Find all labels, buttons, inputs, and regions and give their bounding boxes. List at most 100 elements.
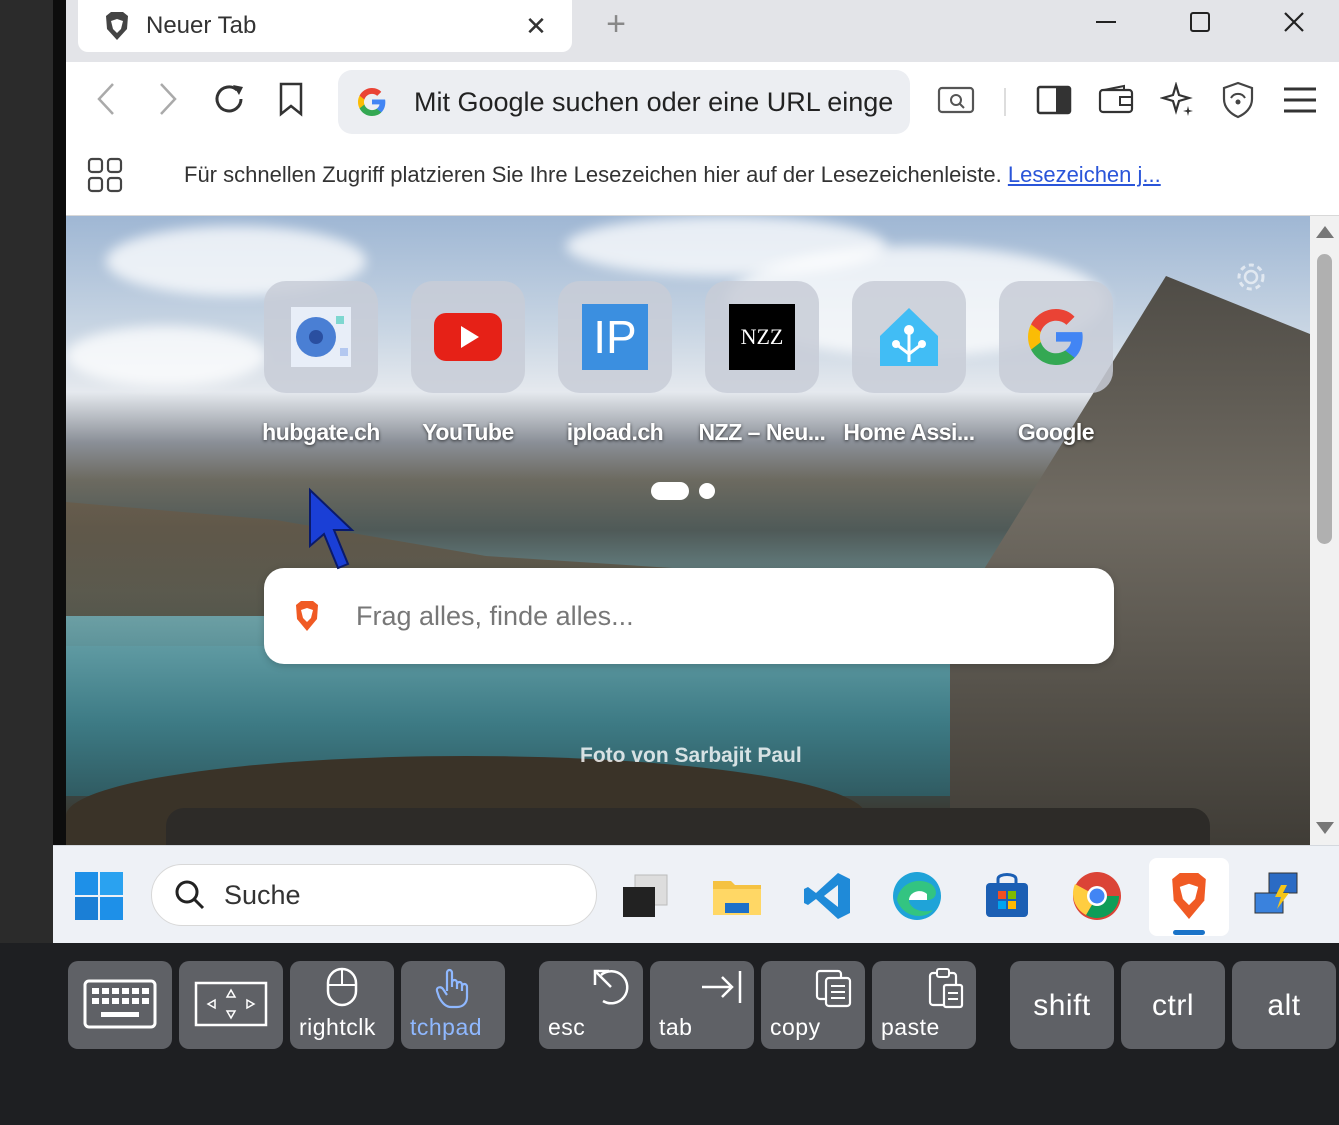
window-left-edge	[53, 0, 66, 845]
tab-arrow-icon	[702, 971, 742, 1003]
scroll-down-icon[interactable]	[1316, 822, 1334, 834]
close-tab-icon[interactable]: ✕	[516, 6, 556, 46]
youtube-icon	[411, 281, 525, 393]
arrow-pad-icon	[194, 981, 268, 1027]
search-icon	[175, 880, 205, 910]
touchpad-key[interactable]: tchpad	[401, 961, 505, 1049]
arrows-key[interactable]	[179, 961, 283, 1049]
pager-dot-active[interactable]	[651, 482, 689, 500]
ipload-icon: IP	[558, 281, 672, 393]
ntp-bottom-panel	[166, 808, 1210, 845]
bookmarks-bar: Für schnellen Zugriff platzieren Sie Ihr…	[66, 146, 1339, 216]
rightclick-label: rightclk	[299, 1014, 376, 1040]
page-scrollbar[interactable]	[1310, 216, 1339, 845]
paste-label: paste	[881, 1014, 940, 1040]
top-sites-pager	[651, 482, 715, 500]
top-site-tile[interactable]: IP ipload.ch	[558, 281, 672, 446]
tab-neuer-tab[interactable]: Neuer Tab ✕	[78, 0, 572, 52]
address-bar-text: Mit Google suchen oder eine URL einge	[414, 86, 894, 117]
brave-icon[interactable]	[1161, 868, 1217, 924]
alt-key[interactable]: alt	[1232, 961, 1336, 1049]
pager-dot[interactable]	[699, 483, 715, 499]
close-window-icon[interactable]	[1264, 0, 1324, 44]
shift-label: shift	[1033, 989, 1091, 1022]
top-site-label: NZZ – Neu...	[698, 419, 826, 445]
vscode-icon[interactable]	[799, 868, 855, 924]
taskbar-search[interactable]: Suche	[151, 864, 597, 926]
nzz-logo-text: NZZ	[729, 304, 795, 370]
wallet-icon[interactable]	[1094, 78, 1138, 122]
top-site-tile[interactable]: NZZ NZZ – Neu...	[699, 281, 826, 446]
minimize-icon[interactable]	[1076, 0, 1136, 44]
tab-title: Neuer Tab	[146, 12, 257, 39]
remote-desktop-icon[interactable]	[1249, 868, 1305, 924]
top-site-label: hubgate.ch	[262, 419, 380, 445]
menu-icon[interactable]	[1278, 78, 1322, 122]
windows-start-icon[interactable]	[75, 872, 123, 920]
rightclick-key[interactable]: rightclk	[290, 961, 394, 1049]
shields-icon[interactable]	[1216, 78, 1260, 122]
google-icon	[352, 82, 392, 122]
ctrl-label: ctrl	[1152, 989, 1194, 1022]
paste-key[interactable]: paste	[872, 961, 976, 1049]
toolbar: Mit Google suchen oder eine URL einge	[66, 62, 1339, 146]
back-icon[interactable]	[84, 76, 130, 122]
tab-strip: Neuer Tab ✕ +	[66, 0, 1339, 62]
forward-icon[interactable]	[144, 76, 190, 122]
tab-key[interactable]: tab	[650, 961, 754, 1049]
taskbar-search-label: Suche	[224, 879, 301, 910]
top-site-label: Google	[1017, 419, 1095, 445]
top-site-tile[interactable]: Home Assi...	[843, 281, 975, 446]
file-explorer-icon[interactable]	[709, 868, 765, 924]
photo-credit[interactable]: Foto von Sarbajit Paul	[580, 744, 802, 768]
top-site-tile[interactable]: hubgate.ch	[262, 281, 380, 446]
top-site-tile[interactable]: YouTube	[411, 281, 525, 446]
shift-key[interactable]: shift	[1010, 961, 1114, 1049]
scroll-up-icon[interactable]	[1316, 226, 1334, 238]
task-view-icon[interactable]	[617, 868, 673, 924]
alt-label: alt	[1267, 989, 1301, 1022]
ctrl-key[interactable]: ctrl	[1121, 961, 1225, 1049]
mouse-cursor-icon	[309, 487, 355, 570]
new-tab-page: hubgate.ch YouTube IP ipload.ch NZZ NZZ …	[66, 216, 1310, 845]
sidebar-icon[interactable]	[1032, 78, 1076, 122]
browser-window: Neuer Tab ✕ + Mit Google suchen oder ein…	[66, 0, 1339, 845]
import-bookmarks-link[interactable]: Lesezeichen j...	[1008, 162, 1161, 187]
apps-grid-icon[interactable]	[86, 156, 126, 196]
new-tab-button[interactable]: +	[596, 4, 636, 44]
escape-key[interactable]: esc	[539, 961, 643, 1049]
virtual-key-bar: rightclk tchpad esc tab copy paste shift…	[0, 943, 1339, 1125]
tab-label: tab	[659, 1014, 693, 1040]
hand-pointer-icon	[435, 968, 469, 1009]
paste-icon	[928, 968, 964, 1009]
bookmark-icon[interactable]	[268, 76, 314, 122]
copy-key[interactable]: copy	[761, 961, 865, 1049]
top-site-tile[interactable]: Google	[999, 281, 1113, 446]
store-icon[interactable]	[979, 868, 1035, 924]
mouse-icon	[326, 967, 358, 1007]
active-app-indicator	[1173, 930, 1205, 935]
reader-mode-icon[interactable]	[934, 78, 978, 122]
top-site-label: Home Assi...	[843, 419, 975, 445]
scrollbar-thumb[interactable]	[1317, 254, 1332, 544]
edge-icon[interactable]	[889, 868, 945, 924]
escape-label: esc	[548, 1014, 586, 1040]
top-site-label: ipload.ch	[566, 419, 664, 445]
chrome-icon[interactable]	[1069, 868, 1125, 924]
ipload-logo-text: IP	[582, 304, 648, 370]
brave-search-icon	[292, 599, 326, 633]
keyboard-toggle-key[interactable]	[68, 961, 172, 1049]
keyboard-icon	[83, 979, 157, 1029]
left-desktop-strip	[0, 0, 53, 943]
address-bar[interactable]: Mit Google suchen oder eine URL einge	[338, 70, 910, 134]
touchpad-label: tchpad	[410, 1014, 483, 1040]
windows-taskbar: Suche	[53, 845, 1339, 943]
toolbar-separator	[1004, 88, 1006, 116]
leo-ai-icon[interactable]	[1156, 78, 1200, 122]
top-site-label: YouTube	[422, 419, 514, 445]
ntp-search-box[interactable]: Frag alles, finde alles...	[264, 568, 1114, 664]
reload-icon[interactable]	[206, 76, 252, 122]
maximize-icon[interactable]	[1170, 0, 1230, 44]
google-icon	[999, 281, 1113, 393]
settings-gear-icon[interactable]	[1234, 260, 1268, 294]
